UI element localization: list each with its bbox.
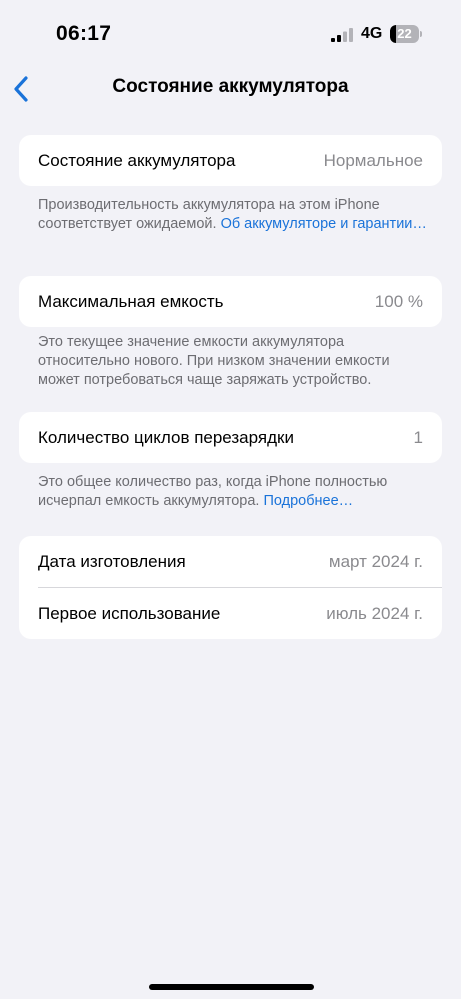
cycle-count-value: 1 (413, 427, 423, 447)
cycle-count-card: Количество циклов перезарядки 1 (19, 412, 442, 463)
battery-health-card: Состояние аккумулятора Нормальное (19, 135, 442, 186)
network-type: 4G (361, 25, 383, 42)
max-capacity-card: Максимальная емкость 100 % (19, 276, 442, 327)
battery-health-row: Состояние аккумулятора Нормальное (19, 135, 442, 186)
home-indicator[interactable] (149, 984, 314, 990)
cellular-signal-icon (331, 28, 353, 42)
battery-health-value: Нормальное (323, 150, 423, 170)
first-use-label: Первое использование (38, 603, 221, 623)
status-time: 06:17 (56, 22, 112, 45)
page-title: Состояние аккумулятора (112, 76, 349, 97)
cycle-count-footnote: Это общее количество раз, когда iPhone п… (38, 473, 430, 511)
battery-health-label: Состояние аккумулятора (38, 150, 236, 170)
status-bar: 06:17 4G 22 (0, 0, 461, 60)
max-capacity-footnote-text: Это текущее значение емкости аккумулятор… (38, 334, 390, 388)
manufacture-date-label: Дата изготовления (38, 551, 186, 571)
dates-card: Дата изготовления март 2024 г. Первое ис… (19, 536, 442, 639)
cycle-count-row: Количество циклов перезарядки 1 (19, 412, 442, 463)
more-info-link[interactable]: Подробнее… (263, 493, 353, 509)
max-capacity-value: 100 % (374, 291, 423, 311)
battery-health-footnote: Производительность аккумулятора на этом … (38, 196, 430, 234)
max-capacity-row: Максимальная емкость 100 % (19, 276, 442, 327)
max-capacity-label: Максимальная емкость (38, 291, 224, 311)
battery-icon: 22 (390, 25, 422, 43)
battery-warranty-link[interactable]: Об аккумуляторе и гарантии… (221, 216, 427, 232)
manufacture-date-value: март 2024 г. (328, 551, 423, 571)
cycle-count-label: Количество циклов перезарядки (38, 427, 294, 447)
first-use-value: июль 2024 г. (326, 603, 423, 623)
max-capacity-footnote: Это текущее значение емкости аккумулятор… (38, 333, 430, 390)
battery-level: 22 (397, 26, 412, 41)
manufacture-date-row: Дата изготовления март 2024 г. (19, 536, 442, 587)
first-use-row: Первое использование июль 2024 г. (19, 588, 442, 639)
